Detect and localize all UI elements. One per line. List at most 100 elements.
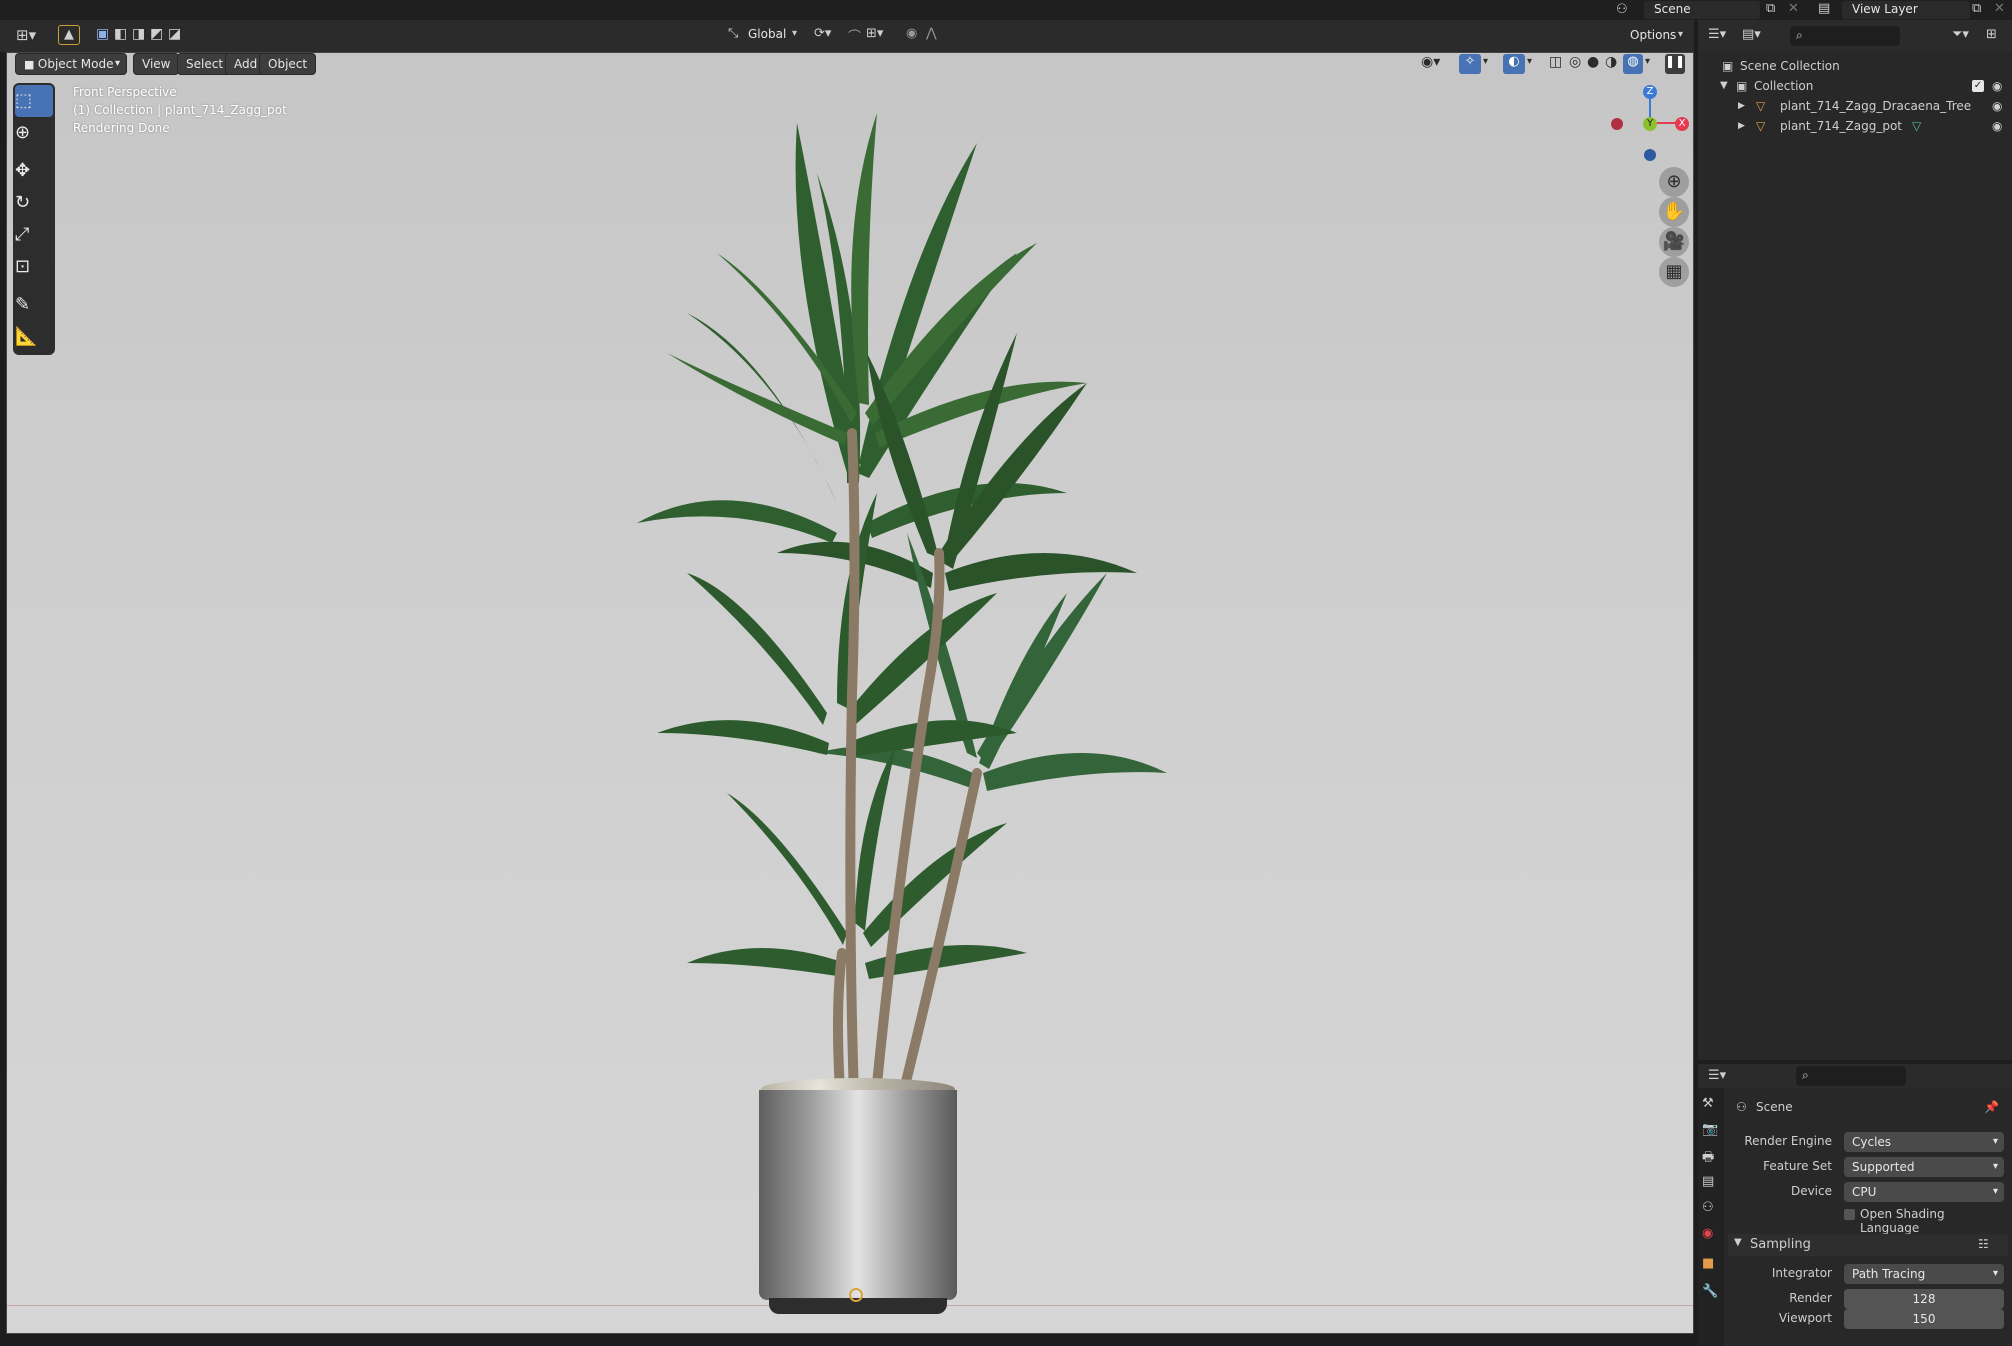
solid-shading-icon[interactable]: ● bbox=[1587, 54, 1599, 70]
gizmo-x-axis[interactable]: X bbox=[1675, 117, 1689, 131]
transform-orientation-icon[interactable]: ⤡ bbox=[728, 26, 738, 41]
select-mode-new-icon[interactable]: ▣ bbox=[96, 26, 109, 42]
render-engine-select[interactable]: Cycles ▾ bbox=[1844, 1132, 2004, 1152]
view-layer-icon[interactable]: ▤ bbox=[1818, 1, 1830, 16]
chevron-down-icon[interactable]: ▾ bbox=[1645, 56, 1650, 67]
osl-checkbox-row[interactable]: Open Shading Language bbox=[1844, 1206, 2004, 1235]
outliner-row-dracaena-tree[interactable]: ▶ ▽ plant_714_Zagg_Dracaena_Tree ◉ bbox=[1698, 96, 2012, 116]
move-tool-icon[interactable]: ✥ bbox=[15, 155, 53, 187]
outliner-search-input[interactable]: ⌕ bbox=[1790, 26, 1900, 46]
object-origin-icon[interactable] bbox=[849, 1288, 863, 1302]
zoom-icon[interactable]: ⊕ bbox=[1659, 167, 1689, 197]
display-mode-icon[interactable]: ▤▾ bbox=[1742, 27, 1761, 42]
rotate-tool-icon[interactable]: ↻ bbox=[15, 187, 53, 219]
properties-search-input[interactable]: ⌕ bbox=[1796, 1066, 1906, 1086]
material-shading-icon[interactable]: ◑ bbox=[1605, 54, 1617, 70]
eye-icon[interactable]: ◉ bbox=[1992, 96, 2002, 116]
pause-render-icon[interactable]: ❚❚ bbox=[1665, 54, 1685, 74]
chevron-down-icon[interactable]: ▾ bbox=[1527, 56, 1532, 67]
snap-icon[interactable]: ⌒ bbox=[848, 26, 861, 45]
select-tool-icon[interactable]: ▲ bbox=[58, 25, 80, 45]
view-layer-selector[interactable]: View Layer bbox=[1842, 1, 1970, 19]
navigation-gizmo[interactable]: Z Y X bbox=[1607, 81, 1691, 165]
eye-icon[interactable]: ◉ bbox=[1992, 116, 2002, 136]
new-view-layer-icon[interactable]: ⧉ bbox=[1972, 1, 1981, 16]
select-mode-intersect-icon[interactable]: ◪ bbox=[168, 26, 181, 42]
gizmo-neg-z-axis[interactable] bbox=[1644, 149, 1656, 161]
perspective-grid-icon[interactable]: ▦ bbox=[1659, 257, 1689, 287]
modifier-tab-icon[interactable]: 🔧 bbox=[1702, 1284, 1718, 1299]
presets-icon[interactable]: ☷ bbox=[1978, 1237, 1989, 1251]
outliner-row-scene-collection[interactable]: ▣ Scene Collection bbox=[1698, 56, 2012, 76]
options-menu[interactable]: Options ▾ bbox=[1622, 26, 1688, 46]
select-mode-extend-icon[interactable]: ◧ bbox=[114, 26, 127, 42]
exclude-checkbox[interactable]: ✓ bbox=[1972, 80, 1984, 92]
properties-editor: ☰▾ ⌕ ⚒ 📷 🖶 ▤ ⚇ ◉ ■ 🔧 ⚇ Scene 📌 Render En… bbox=[1698, 1064, 2012, 1346]
world-tab-icon[interactable]: ◉ bbox=[1702, 1226, 1713, 1241]
scale-tool-icon[interactable]: ⤢ bbox=[15, 219, 53, 251]
snap-target-icon[interactable]: ⊞▾ bbox=[866, 26, 883, 41]
falloff-icon[interactable]: ⋀ bbox=[926, 26, 937, 41]
menu-select[interactable]: Select bbox=[177, 53, 233, 75]
outliner-editor-type-icon[interactable]: ☰▾ bbox=[1708, 27, 1726, 42]
chevron-down-icon: ▾ bbox=[1992, 1161, 1998, 1172]
expand-arrow-icon[interactable]: ▶ bbox=[1738, 116, 1745, 136]
integrator-select[interactable]: Path Tracing ▾ bbox=[1844, 1264, 2004, 1284]
scene-icon[interactable]: ⚇ bbox=[1616, 2, 1628, 17]
gizmo-toggle-icon[interactable]: ✧ bbox=[1459, 54, 1481, 74]
gizmo-y-axis[interactable]: Y bbox=[1643, 117, 1657, 131]
view-layer-tab-icon[interactable]: ▤ bbox=[1702, 1174, 1714, 1189]
eye-icon[interactable]: ◉ bbox=[1992, 76, 2002, 96]
object-mode-select[interactable]: ■ Object Mode ▾ bbox=[15, 53, 127, 75]
delete-scene-icon[interactable]: ✕ bbox=[1788, 1, 1799, 16]
menu-view[interactable]: View bbox=[133, 53, 180, 75]
select-mode-invert-icon[interactable]: ◩ bbox=[150, 26, 163, 42]
viewport-samples-field[interactable]: 150 bbox=[1844, 1309, 2004, 1329]
overlays-icon[interactable]: ◐ bbox=[1503, 54, 1525, 74]
cursor-tool-icon[interactable]: ⊕ bbox=[15, 117, 53, 149]
tool-tab-icon[interactable]: ⚒ bbox=[1702, 1096, 1714, 1111]
new-collection-icon[interactable]: ⊞ bbox=[1986, 27, 1997, 42]
delete-view-layer-icon[interactable]: ✕ bbox=[1994, 1, 2005, 16]
pin-icon[interactable]: 📌 bbox=[1984, 1100, 1999, 1114]
pivot-point-icon[interactable]: ⟳▾ bbox=[814, 26, 831, 41]
transform-orientation-select[interactable]: Global bbox=[748, 27, 786, 41]
annotate-tool-icon[interactable]: ✎ bbox=[15, 289, 53, 321]
render-samples-field[interactable]: 128 bbox=[1844, 1289, 2004, 1309]
outliner-row-pot[interactable]: ▶ ▽ plant_714_Zagg_pot ▽ ◉ bbox=[1698, 116, 2012, 136]
scene-tab-icon[interactable]: ⚇ bbox=[1702, 1200, 1714, 1215]
measure-tool-icon[interactable]: 📐 bbox=[15, 321, 53, 353]
wireframe-shading-icon[interactable]: ◎ bbox=[1569, 54, 1581, 70]
xray-icon[interactable]: ◫ bbox=[1549, 54, 1562, 70]
scene-selector[interactable]: Scene bbox=[1644, 1, 1760, 19]
editor-type-icon[interactable]: ⊞▾ bbox=[16, 26, 36, 44]
new-scene-icon[interactable]: ⧉ bbox=[1766, 1, 1775, 16]
device-select[interactable]: CPU ▾ bbox=[1844, 1182, 2004, 1202]
rendered-shading-icon[interactable]: ◍ bbox=[1623, 54, 1643, 74]
chevron-down-icon[interactable]: ▾ bbox=[1483, 56, 1488, 67]
expand-arrow-icon[interactable]: ▶ bbox=[1738, 96, 1745, 116]
menu-object[interactable]: Object bbox=[259, 53, 317, 75]
outliner-row-collection[interactable]: ▼ ▣ Collection ✓ ◉ bbox=[1698, 76, 2012, 96]
filter-icon[interactable]: ⏷▾ bbox=[1952, 27, 1969, 42]
expand-arrow-icon[interactable]: ▼ bbox=[1720, 76, 1728, 96]
pan-hand-icon[interactable]: ✋ bbox=[1659, 197, 1689, 227]
object-tab-icon[interactable]: ■ bbox=[1702, 1256, 1714, 1271]
properties-editor-type-icon[interactable]: ☰▾ bbox=[1708, 1068, 1726, 1083]
feature-set-value: Supported bbox=[1852, 1160, 1915, 1174]
3d-viewport[interactable]: ■ Object Mode ▾ View Select Add Object ◉… bbox=[6, 52, 1694, 1334]
feature-set-select[interactable]: Supported ▾ bbox=[1844, 1157, 2004, 1177]
gizmo-z-axis[interactable]: Z bbox=[1643, 85, 1657, 99]
proportional-edit-icon[interactable]: ◉ bbox=[906, 26, 917, 41]
transform-tool-icon[interactable]: ⊡ bbox=[15, 251, 53, 283]
select-mode-subtract-icon[interactable]: ◨ bbox=[132, 26, 145, 42]
gizmo-neg-x-axis[interactable] bbox=[1611, 118, 1623, 130]
camera-view-icon[interactable]: 🎥 bbox=[1659, 227, 1689, 257]
visibility-icon[interactable]: ◉▾ bbox=[1421, 54, 1440, 70]
render-tab-icon[interactable]: 📷 bbox=[1702, 1122, 1718, 1137]
osl-checkbox[interactable] bbox=[1844, 1209, 1855, 1220]
sampling-panel-header[interactable]: ▼ Sampling ☷ bbox=[1728, 1234, 2008, 1256]
viewport-header: ⊞▾ ▲ ▣ ◧ ◨ ◩ ◪ ⤡ Global ▾ ⟳▾ ⌒ ⊞▾ ◉ ⋀ Op… bbox=[0, 20, 1694, 52]
output-tab-icon[interactable]: 🖶 bbox=[1702, 1148, 1714, 1170]
select-box-tool-icon[interactable]: ⬚ bbox=[15, 85, 53, 117]
